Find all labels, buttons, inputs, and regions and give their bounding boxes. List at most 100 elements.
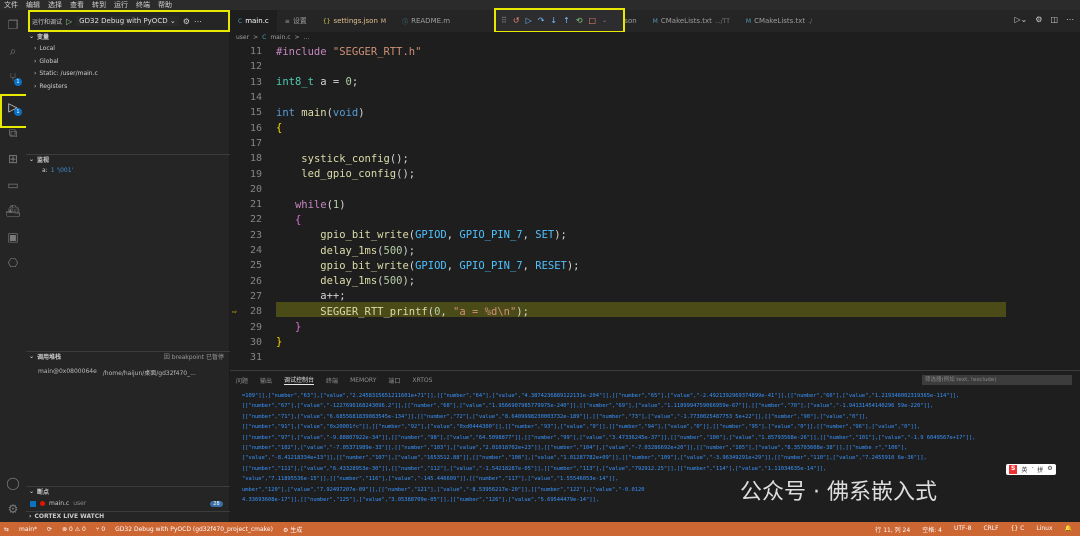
extensions-icon[interactable]: ⊞ [4, 150, 22, 168]
more-debug-icon[interactable]: ⌄ [602, 17, 607, 24]
chip-icon[interactable]: ⎔ [4, 254, 22, 272]
docker-icon[interactable]: ⛴ [4, 202, 22, 220]
ime-item[interactable]: 英 [1021, 465, 1027, 474]
explorer-icon[interactable]: ❐ [4, 16, 22, 34]
console-line: [["number","91"],["value","0x20001fc"]],… [242, 424, 921, 431]
live-watch-section-header[interactable]: › CORTEX LIVE WATCH [26, 511, 230, 520]
bottom-panel: 问题 输出 调试控制台 终端 MEMORY 端口 XRTOS 筛选器(例如 te… [230, 370, 1080, 522]
branch-indicator[interactable]: main* [19, 526, 37, 533]
cursor-position[interactable]: 行 11, 列 24 [875, 525, 910, 534]
line-number: 25 [249, 260, 262, 272]
ime-gear-icon[interactable]: ⚙ [1047, 465, 1052, 474]
run-file-icon[interactable]: ▷⌄ [1014, 15, 1027, 24]
indentation[interactable]: 空格: 4 [922, 525, 942, 534]
menu-help[interactable]: 帮助 [154, 0, 176, 10]
stop-icon[interactable]: □ [589, 16, 597, 25]
settings-gear-icon[interactable]: ⚙ [1035, 15, 1042, 24]
code-line: { [276, 122, 283, 135]
menu-file[interactable]: 文件 [0, 0, 22, 10]
ports-indicator[interactable]: ⑂ 0 [96, 526, 105, 533]
notifications-bell-icon[interactable]: 🔔 [1065, 525, 1072, 534]
breadcrumb-folder[interactable]: user [236, 34, 249, 41]
device-icon[interactable]: ▣ [4, 228, 22, 246]
watch-section-header[interactable]: ⌄ 监视 [26, 154, 230, 164]
c-file-icon: C [238, 17, 243, 25]
watch-item[interactable]: a: 1 '\001' [42, 167, 73, 174]
scope-local[interactable]: › Local [34, 45, 55, 52]
code-line: { [294, 213, 302, 226]
source-control-icon[interactable]: ⑂ 1 [4, 68, 22, 86]
line-ending[interactable]: CRLF [983, 525, 998, 534]
encoding[interactable]: UTF-8 [954, 525, 972, 534]
restart-icon[interactable]: ↺ [513, 16, 520, 25]
modified-badge: M [380, 17, 387, 25]
breakpoints-section-header[interactable]: ⌄ 断点 [26, 486, 230, 496]
menu-selection[interactable]: 选择 [44, 0, 66, 10]
tab-readme[interactable]: ⓘ README.m [394, 10, 458, 32]
debug-session-indicator[interactable]: GD32 Debug with PyOCD (gd32f470_project_… [115, 526, 273, 533]
continue-icon[interactable]: ▷ [526, 16, 532, 25]
breakpoints-title: 断点 [37, 488, 50, 496]
tab-xrtos[interactable]: XRTOS [412, 377, 432, 384]
console-filter-input[interactable]: 筛选器(例如 text, !exclude) [922, 375, 1072, 385]
scope-global[interactable]: › Global [34, 58, 59, 65]
scope-registers[interactable]: › Registers [34, 83, 67, 90]
language-mode[interactable]: {} C [1011, 525, 1025, 534]
split-editor-icon[interactable]: ◫ [1050, 15, 1058, 24]
ime-item[interactable]: 拼 [1037, 465, 1043, 474]
problems-indicator[interactable]: ⊗ 0 ⚠ 0 [62, 526, 86, 533]
tab-cmakelists-1[interactable]: M CMakeLists.txt .../TT [645, 10, 738, 32]
tab-main-c[interactable]: Cmain.c [230, 10, 277, 32]
breakpoint-item[interactable]: main.c user 28 [30, 500, 223, 507]
scope-static[interactable]: › Static: /user/main.c [34, 70, 98, 77]
more-icon[interactable]: ⋯ [1066, 15, 1074, 24]
tab-output[interactable]: 输出 [260, 376, 272, 385]
step-over-icon[interactable]: ↷ [538, 16, 545, 25]
step-out-icon[interactable]: ↑ [563, 16, 570, 25]
folder-icon[interactable]: ▭ [4, 176, 22, 194]
platform-indicator[interactable]: Linux [1036, 525, 1052, 534]
sync-icon[interactable]: ⟳ [47, 526, 52, 533]
menu-goto[interactable]: 转到 [88, 0, 110, 10]
tab-settings[interactable]: ≡ 设置 [277, 10, 315, 32]
breadcrumb-symbol[interactable]: ... [304, 34, 310, 41]
tab-memory[interactable]: MEMORY [350, 377, 376, 384]
step-into-icon[interactable]: ↓ [550, 16, 557, 25]
reset-icon[interactable]: ⟲ [576, 16, 583, 25]
search-icon[interactable]: ⌕ [4, 42, 22, 60]
tab-problems[interactable]: 问题 [236, 376, 248, 385]
console-line: [["number","97"],["value","-9.88807922e-… [242, 434, 976, 441]
breadcrumb-file[interactable]: main.c [270, 34, 290, 41]
line-number: 31 [249, 352, 262, 364]
line-number: 30 [249, 336, 262, 348]
menu-terminal[interactable]: 终端 [132, 0, 154, 10]
line-number: 14 [249, 92, 262, 104]
ime-toolbar[interactable]: S 英 · 拼 ⚙ [1006, 464, 1056, 475]
line-number: 22 [249, 214, 262, 226]
breadcrumb-sep: > [294, 33, 300, 41]
tab-terminal[interactable]: 终端 [326, 376, 338, 385]
drag-handle-icon[interactable]: ⠿ [501, 16, 507, 25]
watch-value: 1 '\001' [50, 167, 74, 174]
variables-section-header[interactable]: ⌄ 变量 [26, 32, 230, 41]
tab-debug-console[interactable]: 调试控制台 [284, 375, 315, 385]
info-file-icon: ⓘ [402, 18, 409, 26]
console-line: =109"]],["number","63"],["value","2.2458… [242, 393, 960, 399]
account-icon[interactable]: ◯ [4, 474, 22, 492]
callstack-frame[interactable]: main@0x0800064e /home/haijun/桌面/gd32f470… [38, 368, 196, 377]
menu-view[interactable]: 查看 [66, 0, 88, 10]
remote-indicator-icon[interactable]: ⇆ [4, 526, 9, 533]
tab-settings-json[interactable]: {} settings.json M [315, 10, 394, 32]
scope-label: Global [39, 58, 59, 65]
callstack-section-header[interactable]: ⌄ 调用堆栈因 breakpoint 已暂停 [26, 351, 230, 361]
line-number: 27 [249, 290, 262, 302]
build-button[interactable]: ⚙ 生成 [283, 525, 302, 534]
menu-run[interactable]: 运行 [110, 0, 132, 10]
tab-label: settings.json [333, 17, 378, 25]
tab-ports[interactable]: 端口 [388, 376, 400, 385]
breakpoint-checkbox[interactable] [30, 500, 36, 507]
manage-gear-icon[interactable]: ⚙ [4, 500, 22, 518]
tab-cmakelists-2[interactable]: M CMakeLists.txt ./ [738, 10, 820, 32]
code-editor[interactable]: 11 #include "SEGGER_RTT.h" 12 13 int8_t a … [230, 42, 1080, 364]
menu-edit[interactable]: 编辑 [22, 0, 44, 10]
